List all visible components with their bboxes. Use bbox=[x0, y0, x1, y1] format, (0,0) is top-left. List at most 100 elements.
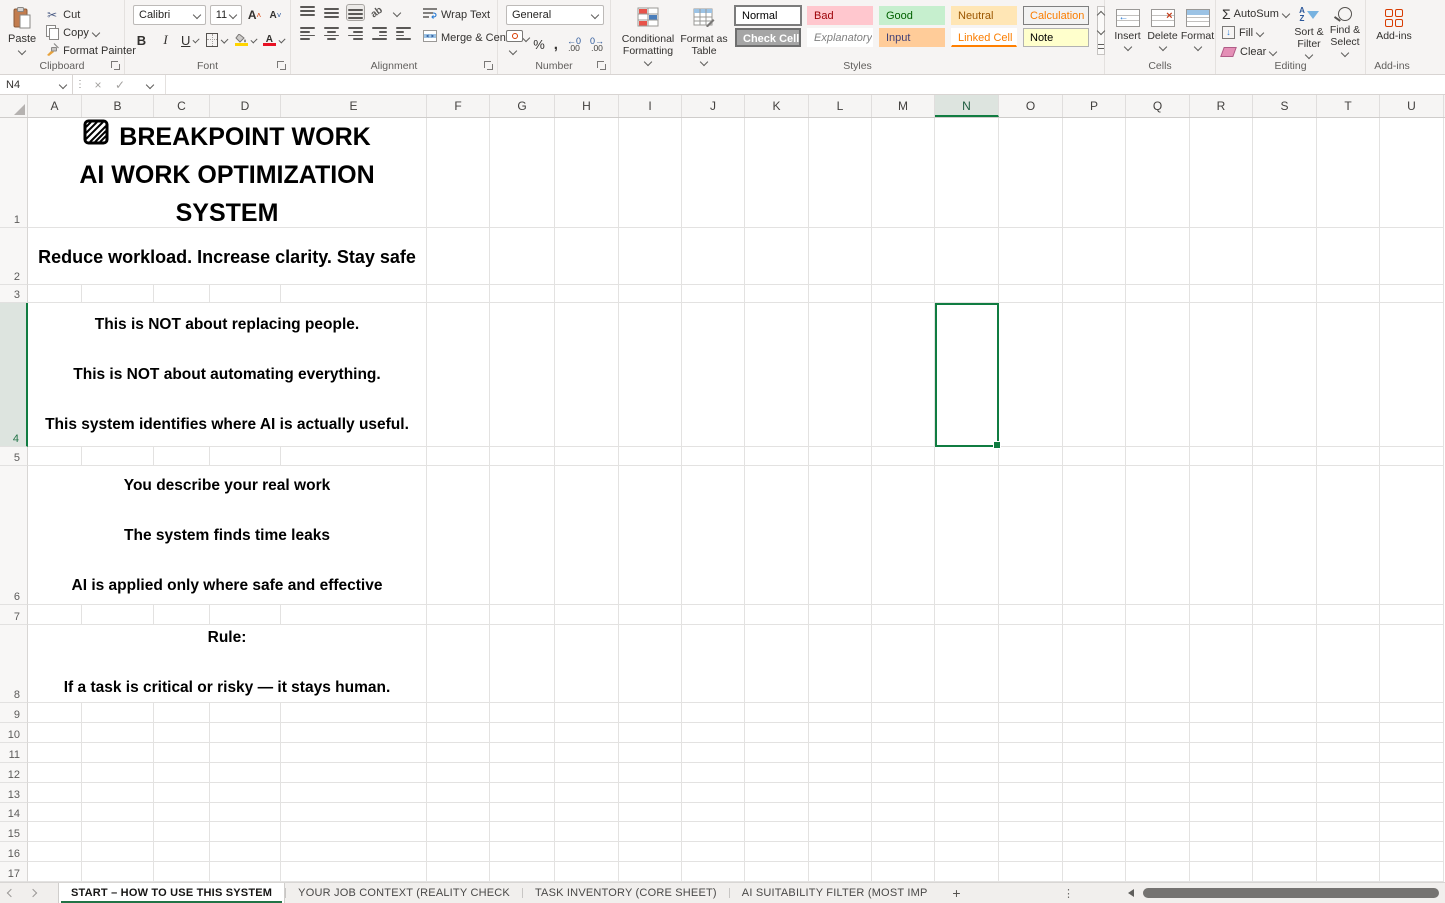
cell-E11[interactable] bbox=[281, 743, 427, 762]
cell-A17[interactable] bbox=[28, 862, 82, 881]
font-color-button[interactable]: A bbox=[263, 30, 284, 50]
cell-O4[interactable] bbox=[999, 303, 1063, 446]
cell-F17[interactable] bbox=[427, 862, 490, 881]
cell-style-normal[interactable]: Normal bbox=[735, 6, 801, 25]
column-header-P[interactable]: P bbox=[1063, 95, 1126, 117]
font-family-combo[interactable]: Calibri bbox=[133, 5, 206, 25]
cell-J1[interactable] bbox=[682, 118, 745, 227]
orientation-button[interactable]: ab bbox=[369, 5, 385, 21]
cell-T9[interactable] bbox=[1317, 703, 1380, 722]
cell-D15[interactable] bbox=[210, 822, 281, 841]
align-left-button[interactable] bbox=[299, 26, 316, 41]
cell-E7[interactable] bbox=[281, 605, 427, 624]
fill-button[interactable]: ↓ Fill bbox=[1222, 24, 1291, 41]
decrease-indent-button[interactable] bbox=[371, 26, 388, 41]
cell-R1[interactable] bbox=[1190, 118, 1253, 227]
cell-E15[interactable] bbox=[281, 822, 427, 841]
name-box[interactable]: N4 bbox=[0, 75, 73, 94]
cell-K12[interactable] bbox=[745, 763, 809, 782]
cell-G15[interactable] bbox=[490, 822, 555, 841]
row-header-6[interactable]: 6 bbox=[0, 466, 28, 605]
cell-T3[interactable] bbox=[1317, 285, 1380, 302]
merged-cell-row-4[interactable]: This is NOT about replacing people.This … bbox=[28, 303, 427, 446]
addins-button[interactable]: Add-ins bbox=[1372, 4, 1416, 42]
align-right-button[interactable] bbox=[347, 26, 364, 41]
cell-P16[interactable] bbox=[1063, 842, 1126, 861]
cell-C7[interactable] bbox=[154, 605, 210, 624]
cell-J5[interactable] bbox=[682, 447, 745, 465]
hscroll-left-icon[interactable] bbox=[1128, 889, 1134, 897]
cell-G12[interactable] bbox=[490, 763, 555, 782]
sheet-tab-3[interactable]: TASK INVENTORY (CORE SHEET) bbox=[523, 883, 729, 903]
cell-Q12[interactable] bbox=[1126, 763, 1190, 782]
cell-B12[interactable] bbox=[82, 763, 154, 782]
sheet-tab-2[interactable]: YOUR JOB CONTEXT (REALITY CHECK bbox=[286, 883, 522, 903]
cell-T16[interactable] bbox=[1317, 842, 1380, 861]
cell-C17[interactable] bbox=[154, 862, 210, 881]
cell-H9[interactable] bbox=[555, 703, 619, 722]
cell-T13[interactable] bbox=[1317, 783, 1380, 802]
cell-D13[interactable] bbox=[210, 783, 281, 802]
cell-G6[interactable] bbox=[490, 466, 555, 604]
middle-align-button[interactable] bbox=[323, 5, 340, 20]
cell-P9[interactable] bbox=[1063, 703, 1126, 722]
cell-R16[interactable] bbox=[1190, 842, 1253, 861]
cell-K3[interactable] bbox=[745, 285, 809, 302]
cell-G8[interactable] bbox=[490, 625, 555, 702]
cell-H4[interactable] bbox=[555, 303, 619, 446]
cell-H13[interactable] bbox=[555, 783, 619, 802]
cell-U11[interactable] bbox=[1380, 743, 1444, 762]
cell-H15[interactable] bbox=[555, 822, 619, 841]
cell-Q8[interactable] bbox=[1126, 625, 1190, 702]
cell-H7[interactable] bbox=[555, 605, 619, 624]
cell-P7[interactable] bbox=[1063, 605, 1126, 624]
cell-B16[interactable] bbox=[82, 842, 154, 861]
cell-J3[interactable] bbox=[682, 285, 745, 302]
cell-M14[interactable] bbox=[872, 803, 935, 821]
cell-M5[interactable] bbox=[872, 447, 935, 465]
sheet-tab-4[interactable]: AI SUITABILITY FILTER (MOST IMP bbox=[730, 883, 940, 903]
cell-A7[interactable] bbox=[28, 605, 82, 624]
cell-F10[interactable] bbox=[427, 723, 490, 742]
cell-Q15[interactable] bbox=[1126, 822, 1190, 841]
cell-G2[interactable] bbox=[490, 228, 555, 284]
cell-C3[interactable] bbox=[154, 285, 210, 302]
cell-A12[interactable] bbox=[28, 763, 82, 782]
cell-I15[interactable] bbox=[619, 822, 682, 841]
cell-R7[interactable] bbox=[1190, 605, 1253, 624]
cell-J6[interactable] bbox=[682, 466, 745, 604]
accounting-format-button[interactable] bbox=[506, 30, 524, 59]
cell-P5[interactable] bbox=[1063, 447, 1126, 465]
cell-D16[interactable] bbox=[210, 842, 281, 861]
cell-P11[interactable] bbox=[1063, 743, 1126, 762]
cell-G9[interactable] bbox=[490, 703, 555, 722]
cell-I10[interactable] bbox=[619, 723, 682, 742]
cell-B13[interactable] bbox=[82, 783, 154, 802]
cell-U4[interactable] bbox=[1380, 303, 1444, 446]
cell-E10[interactable] bbox=[281, 723, 427, 742]
cell-B9[interactable] bbox=[82, 703, 154, 722]
format-as-table-button[interactable]: Format as Table bbox=[679, 2, 729, 65]
cell-R17[interactable] bbox=[1190, 862, 1253, 881]
cell-Q9[interactable] bbox=[1126, 703, 1190, 722]
cell-O12[interactable] bbox=[999, 763, 1063, 782]
column-header-I[interactable]: I bbox=[619, 95, 682, 117]
cell-N9[interactable] bbox=[935, 703, 999, 722]
cell-T14[interactable] bbox=[1317, 803, 1380, 821]
cell-H10[interactable] bbox=[555, 723, 619, 742]
formula-input[interactable] bbox=[165, 75, 1445, 94]
cell-O17[interactable] bbox=[999, 862, 1063, 881]
fill-color-button[interactable] bbox=[235, 30, 256, 50]
cell-L17[interactable] bbox=[809, 862, 872, 881]
cell-L11[interactable] bbox=[809, 743, 872, 762]
cell-M4[interactable] bbox=[872, 303, 935, 446]
cell-Q16[interactable] bbox=[1126, 842, 1190, 861]
cell-C12[interactable] bbox=[154, 763, 210, 782]
cell-C9[interactable] bbox=[154, 703, 210, 722]
cell-L2[interactable] bbox=[809, 228, 872, 284]
cell-L14[interactable] bbox=[809, 803, 872, 821]
cell-R11[interactable] bbox=[1190, 743, 1253, 762]
cell-D14[interactable] bbox=[210, 803, 281, 821]
cell-H17[interactable] bbox=[555, 862, 619, 881]
row-header-8[interactable]: 8 bbox=[0, 625, 28, 703]
